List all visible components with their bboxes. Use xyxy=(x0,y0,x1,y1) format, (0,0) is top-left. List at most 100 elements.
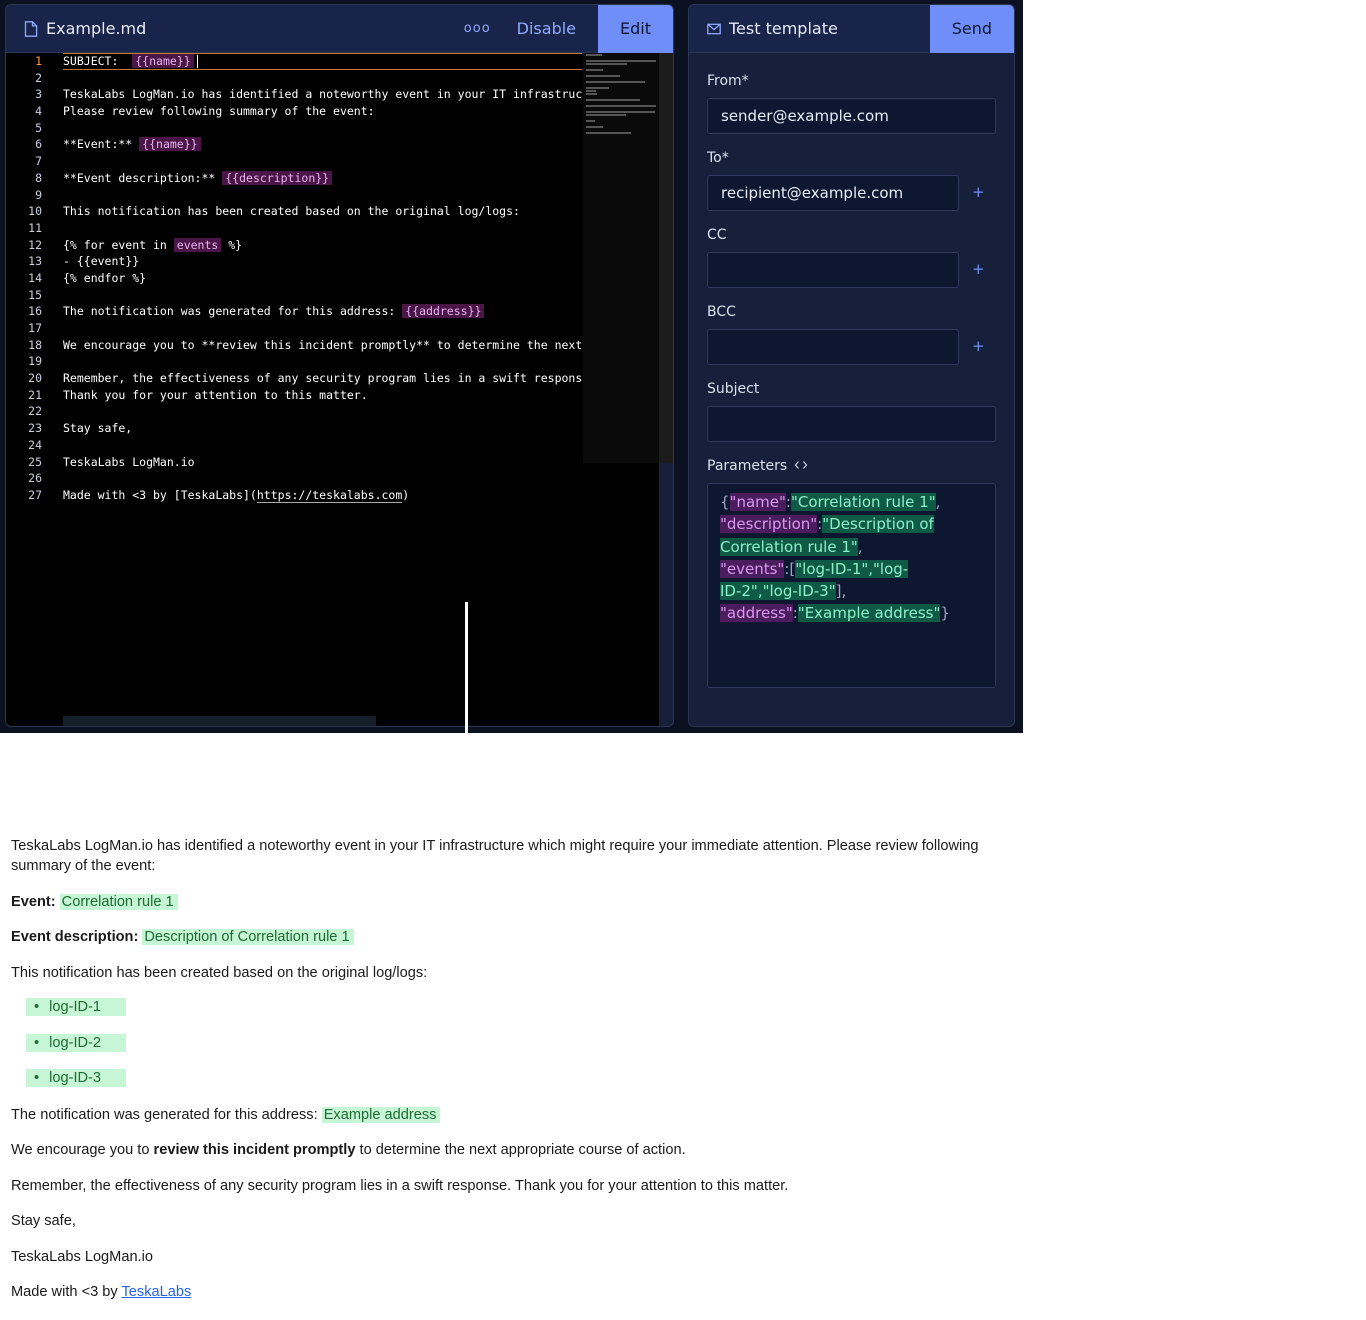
line-number: 2 xyxy=(35,70,42,85)
add-bcc-icon[interactable]: + xyxy=(972,337,985,355)
code-line[interactable]: Thank you for your attention to this mat… xyxy=(63,387,582,404)
from-field[interactable]: sender@example.com xyxy=(707,98,996,134)
minimap[interactable] xyxy=(583,53,659,463)
code-line[interactable] xyxy=(63,437,582,454)
send-button[interactable]: Send xyxy=(929,5,1014,53)
code-lines[interactable]: SUBJECT: {{name}} TeskaLabs LogMan.io has… xyxy=(63,53,582,504)
code-line[interactable]: We encourage you to **review this incide… xyxy=(63,337,582,354)
code-line[interactable] xyxy=(63,403,582,420)
code-text: SUBJECT: xyxy=(63,54,133,68)
based-on-text: This notification has been created based… xyxy=(11,964,428,981)
code-line[interactable] xyxy=(63,320,582,337)
code-line[interactable]: **Event:** {{name}} xyxy=(63,136,582,153)
line-number: 6 xyxy=(35,137,42,152)
to-label: To* xyxy=(707,150,729,166)
edit-button[interactable]: Edit xyxy=(598,5,673,53)
signature: TeskaLabs LogMan.io xyxy=(11,1248,153,1265)
code-line[interactable] xyxy=(63,120,582,137)
add-cc-icon[interactable]: + xyxy=(972,260,985,278)
splitter-handle[interactable] xyxy=(465,602,468,733)
add-to-icon[interactable]: + xyxy=(972,183,985,201)
code-line[interactable]: SUBJECT: {{name}} xyxy=(63,53,582,70)
parameters-label: Parameters xyxy=(707,458,788,474)
from-label: From* xyxy=(707,73,749,89)
code-line[interactable]: Remember, the effectiveness of any secur… xyxy=(63,370,582,387)
address-text: The notification was generated for this … xyxy=(11,1106,318,1123)
disable-button[interactable]: Disable xyxy=(517,19,576,38)
code-text: The notification was generated for this … xyxy=(63,304,403,319)
code-line[interactable]: Made with <3 by [TeskaLabs](https://tesk… xyxy=(63,487,582,504)
code-toggle-icon[interactable] xyxy=(794,460,808,470)
bcc-field[interactable] xyxy=(707,329,959,365)
line-number: 10 xyxy=(28,204,42,219)
code-line[interactable]: TeskaLabs LogMan.io xyxy=(63,454,582,471)
minimap-line xyxy=(586,60,656,62)
json-value: Correlation rule 1" xyxy=(720,537,858,556)
code-line[interactable] xyxy=(63,220,582,237)
code-text: ) xyxy=(402,487,410,502)
address-value: Example address xyxy=(321,1106,441,1123)
code-line[interactable]: {% endfor %} xyxy=(63,270,582,287)
template-variable: events xyxy=(173,237,222,252)
parameters-editor[interactable]: {"name":"Correlation rule 1", "descriptio… xyxy=(707,483,996,688)
code-url: https://teskalabs.com xyxy=(256,487,403,503)
code-line[interactable]: TeskaLabs LogMan.io has identified a not… xyxy=(63,86,582,103)
minimap-line xyxy=(586,54,603,56)
json-punct: } xyxy=(940,604,950,623)
code-text: Stay safe, xyxy=(63,421,133,436)
made-with-text: Made with <3 by xyxy=(11,1284,118,1300)
json-value: "Correlation rule 1" xyxy=(790,493,936,511)
more-options-icon[interactable]: ooo xyxy=(464,21,491,36)
line-number: 17 xyxy=(28,321,42,335)
app-window: Example.md ooo Disable Edit 1 2 3 4 5 6 7 8 9 10 1… xyxy=(0,0,1023,733)
line-number: 8 xyxy=(35,170,42,185)
code-text: TeskaLabs LogMan.io xyxy=(63,454,195,469)
json-value: "Example address" xyxy=(797,604,941,623)
line-number: 18 xyxy=(28,337,42,352)
code-line[interactable]: Stay safe, xyxy=(63,420,582,437)
preview-intro: TeskaLabs LogMan.io has identified a not… xyxy=(11,838,979,874)
code-text: We encourage you to **review this incide… xyxy=(63,337,582,352)
line-number: 24 xyxy=(28,437,42,452)
code-line[interactable]: The notification was generated for this … xyxy=(63,303,582,320)
code-line[interactable]: Please review following summary of the e… xyxy=(63,103,582,120)
subject-label: Subject xyxy=(707,381,760,397)
vertical-scrollbar[interactable] xyxy=(659,53,673,463)
line-number: 22 xyxy=(28,404,42,419)
encourage-bold: review this incident promptly xyxy=(153,1142,356,1158)
code-line[interactable]: - {{event}} xyxy=(63,253,582,270)
code-line[interactable] xyxy=(63,153,582,170)
code-line[interactable]: **Event description:** {{description}} xyxy=(63,170,582,187)
code-line[interactable] xyxy=(63,187,582,204)
panel-title: Test template xyxy=(729,19,838,38)
cc-label: CC xyxy=(707,227,727,243)
code-text: TeskaLabs LogMan.io has identified a not… xyxy=(63,87,582,102)
line-number: 11 xyxy=(28,220,42,235)
code-editor[interactable]: 1 2 3 4 5 6 7 8 9 10 11 12 13 14 15 16 17 18 19 20 21 22 23 24 2… xyxy=(6,53,673,726)
event-description-value: Description of Correlation rule 1 xyxy=(142,929,354,945)
minimap-line xyxy=(586,75,621,77)
code-line[interactable]: This notification has been created based… xyxy=(63,203,582,220)
code-line[interactable] xyxy=(63,353,582,370)
code-text: Please review following summary of the e… xyxy=(63,104,375,119)
subject-field[interactable] xyxy=(707,406,996,442)
event-list: log-ID-1 log-ID-2 log-ID-3 xyxy=(11,998,1021,1087)
code-line[interactable] xyxy=(63,287,582,304)
minimap-line xyxy=(586,81,646,83)
encourage-pre: We encourage you to xyxy=(11,1142,150,1158)
line-number: 19 xyxy=(28,354,42,369)
template-variable: {{address}} xyxy=(402,304,485,319)
teskalabs-link[interactable]: TeskaLabs xyxy=(121,1284,191,1300)
code-line[interactable] xyxy=(63,470,582,487)
parameters-line: {"name":"Correlation rule 1", xyxy=(720,491,983,513)
line-number: 14 xyxy=(28,270,42,285)
code-line[interactable]: {% for event in events %} xyxy=(63,237,582,254)
minimap-line xyxy=(586,90,596,92)
code-line[interactable] xyxy=(63,70,582,87)
minimap-line xyxy=(586,132,631,134)
to-field[interactable]: recipient@example.com xyxy=(707,175,959,211)
cc-field[interactable] xyxy=(707,252,959,288)
horizontal-scrollbar[interactable] xyxy=(63,716,376,726)
line-number: 21 xyxy=(28,387,42,402)
minimap-line xyxy=(586,99,640,101)
